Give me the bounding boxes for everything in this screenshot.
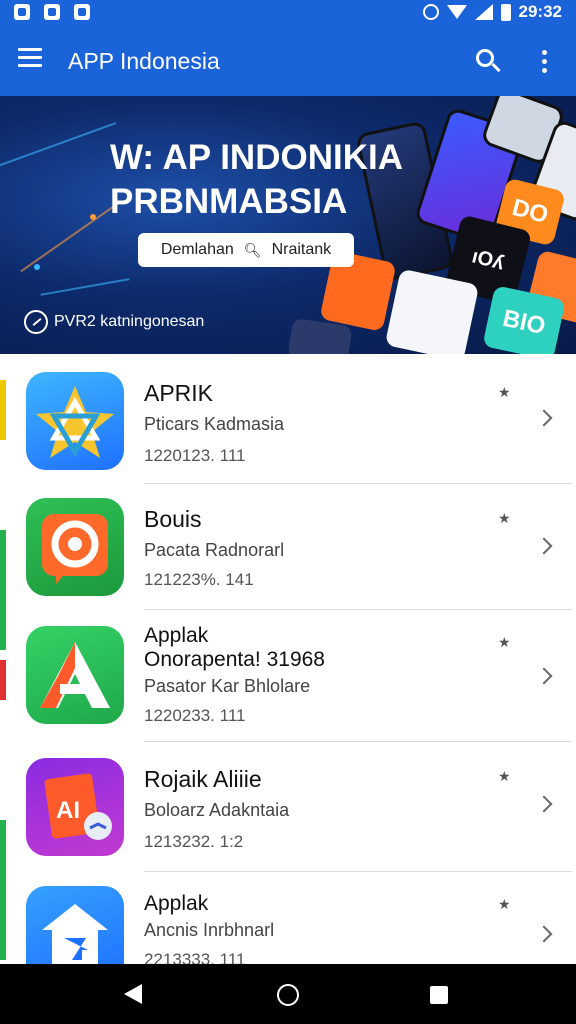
app-meta: 1220233. 111: [144, 706, 246, 725]
edge-strip: [0, 380, 6, 440]
alarm-icon: [422, 4, 439, 20]
app-icon-ai-document: AI: [26, 758, 124, 856]
list-item[interactable]: AI Rojaik Aliiie Boloarz Adakntaia 12132…: [8, 742, 572, 872]
star-icon: ★: [498, 510, 511, 526]
banner-search-left: Demlahan: [160, 241, 234, 258]
chevron-right-icon: [535, 409, 553, 427]
list-item[interactable]: Applak Onorapenta! 31968 Pasator Kar Bhl…: [8, 610, 572, 742]
app-name: APRIK: [144, 380, 214, 406]
app-icon-chat: [26, 498, 124, 596]
signal-icon: [474, 4, 493, 20]
banner-footer: PVR2 katningonesan: [24, 310, 204, 334]
battery-icon: [500, 3, 511, 21]
app-subtitle: Ancnis Inrbhnarl: [144, 920, 275, 940]
app-name: Applak: [144, 624, 209, 647]
search-icon[interactable]: [472, 46, 504, 78]
app-meta: 1220123. 111: [144, 446, 246, 465]
app-name: Bouis: [144, 506, 202, 532]
star-icon: ★: [498, 384, 511, 400]
menu-icon[interactable]: [18, 48, 56, 76]
wifi-icon: [446, 5, 467, 19]
app-icon-letter-a: [26, 626, 124, 724]
app-name-line2: Onorapenta! 31968: [144, 648, 325, 671]
app-icon-house: [26, 886, 124, 964]
status-time: 29:32: [518, 2, 562, 21]
app-subtitle: Pacata Radnorarl: [144, 540, 285, 560]
system-nav-bar: [0, 964, 576, 1024]
chevron-right-icon: [535, 795, 553, 813]
app-meta: 1213232. 1:2: [144, 832, 244, 851]
more-vert-icon[interactable]: [534, 46, 554, 78]
star-icon: ★: [498, 768, 511, 784]
star-icon: ★: [498, 896, 511, 912]
promo-banner[interactable]: DO ıOʎ BIO W: AP INDONIKIA PRBNMABSIA De…: [0, 96, 576, 354]
list-item[interactable]: Bouis Pacata Radnorarl 121223%. 141 ★: [8, 484, 572, 610]
edge-strip: [0, 820, 6, 960]
svg-text:AI: AI: [56, 797, 80, 824]
banner-footer-text: PVR2 katningonesan: [54, 313, 205, 330]
app-subtitle: Pticars Kadmasia: [144, 414, 285, 434]
app-meta: 2213333. 111: [144, 950, 246, 964]
chevron-right-icon: [535, 537, 553, 555]
chevron-right-icon: [535, 925, 553, 943]
brand-logo-icon: [24, 310, 48, 334]
app-title: APP Indonesia: [68, 48, 220, 74]
status-bar: 29:32: [0, 0, 576, 26]
notification-icon: [74, 4, 90, 20]
banner-search-right: Nraitank: [271, 241, 332, 258]
app-subtitle: Pasator Kar Bhlolare: [144, 676, 311, 696]
app-bar: APP Indonesia: [0, 26, 576, 96]
edge-strip: [0, 660, 6, 700]
edge-strip: [0, 530, 6, 650]
notification-icon: [14, 4, 30, 20]
app-list: APRIK Pticars Kadmasia 1220123. 111 ★ Bo…: [8, 354, 572, 964]
app-subtitle: Boloarz Adakntaia: [144, 800, 290, 820]
recents-icon[interactable]: [430, 986, 448, 1004]
app-name: Rojaik Aliiie: [144, 766, 262, 792]
star-icon: ★: [498, 634, 511, 650]
list-item[interactable]: APRIK Pticars Kadmasia 1220123. 111 ★: [8, 354, 572, 484]
notification-icon: [44, 4, 60, 20]
app-meta: 121223%. 141: [144, 570, 254, 589]
notification-icons: [14, 4, 90, 20]
banner-search-bar[interactable]: Demlahan 🔍︎ Nraitank: [138, 233, 354, 267]
home-icon[interactable]: [277, 984, 299, 1006]
list-item[interactable]: Applak Ancnis Inrbhnarl 2213333. 111 ★: [8, 872, 572, 964]
search-icon: 🔍︎: [243, 241, 262, 258]
app-icon-star: [26, 372, 124, 470]
banner-title: W: AP INDONIKIA PRBNMABSIA: [110, 138, 403, 221]
app-name: Applak: [144, 892, 209, 915]
chevron-right-icon: [535, 667, 553, 685]
back-icon[interactable]: [124, 984, 142, 1004]
system-icons: 29:32: [422, 2, 562, 22]
tile-illustration: [384, 268, 480, 354]
